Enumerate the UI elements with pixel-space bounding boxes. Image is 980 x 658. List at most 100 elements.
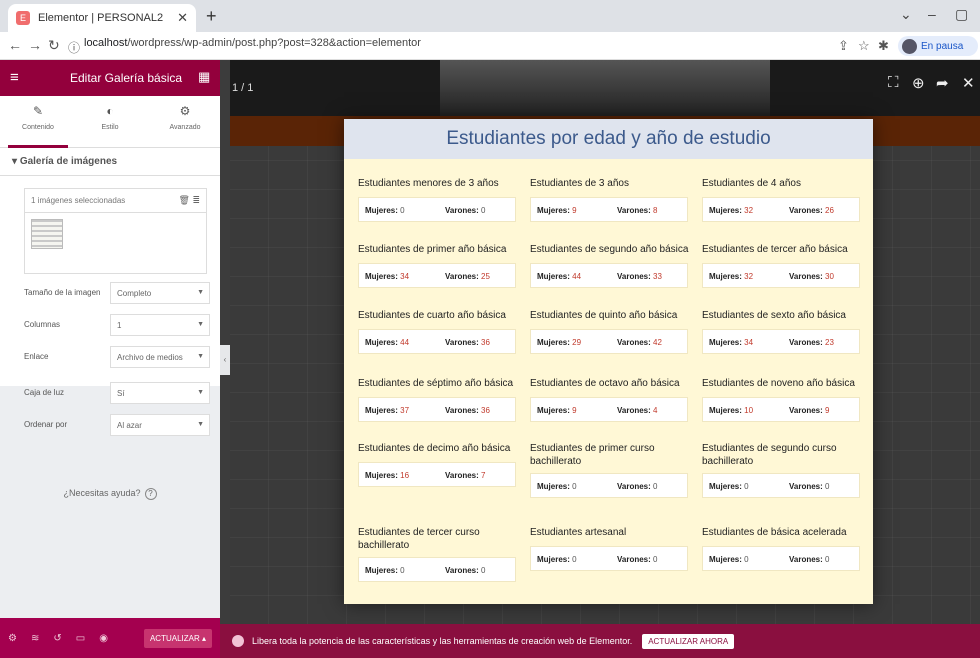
stat-values: Mujeres: 34 Varones: 25 xyxy=(358,263,516,288)
tab-style[interactable]: ◐ Estilo xyxy=(80,104,140,131)
browser-tab[interactable]: E Elementor | PERSONAL2 ✕ xyxy=(8,4,196,32)
stat-card: Estudiantes de 4 años Mujeres: 32 Varones:… xyxy=(702,177,870,222)
lightbox-select[interactable]: Sí ▼ xyxy=(110,382,210,404)
varones-label: Varones: xyxy=(789,272,823,281)
fullscreen-icon[interactable]: ⛶ xyxy=(888,74,899,91)
control-columns: Columnas 1 ▼ xyxy=(24,314,214,336)
stat-card: Estudiantes menores de 3 años Mujeres: 0V… xyxy=(358,177,526,222)
share-arrow-icon[interactable]: ➦ xyxy=(936,74,949,92)
profile-label: En pausa xyxy=(921,40,964,52)
upgrade-button[interactable]: ACTUALIZAR AHORA xyxy=(642,633,735,649)
close-tab-icon[interactable]: ✕ xyxy=(177,10,188,26)
preview-eye-icon[interactable]: ◉ xyxy=(99,633,108,644)
stat-title: Estudiantes de tercer curso bachillerato xyxy=(358,527,480,551)
update-button[interactable]: ACTUALIZAR ▴ xyxy=(143,628,212,648)
hamburger-menu-icon[interactable]: ≡ xyxy=(10,69,19,86)
url-field[interactable]: localhost/wordpress/wp-admin/post.php?po… xyxy=(84,37,421,49)
stat-card: Estudiantes de tercer año básica Mujeres:… xyxy=(702,243,870,288)
caret-down-icon: ▼ xyxy=(197,289,204,296)
mujeres-value: 0 xyxy=(400,206,405,215)
select-value: 1 xyxy=(117,321,122,330)
varones-label: Varones: xyxy=(617,272,651,281)
mujeres-label: Mujeres: xyxy=(537,338,570,347)
control-link: Enlace Archivo de medios ▼ xyxy=(24,346,214,368)
help-link[interactable]: ¿Necesitas ayuda?? xyxy=(0,488,220,500)
link-select[interactable]: Archivo de medios ▼ xyxy=(110,346,210,368)
stat-card: Estudiantes de segundo curso bachillerat… xyxy=(702,442,870,498)
settings-icon[interactable]: ⚙ xyxy=(8,633,17,644)
tab-advanced[interactable]: ⚙ Avanzado xyxy=(155,104,215,131)
stat-title: Estudiantes de segundo curso bachillerat… xyxy=(702,443,837,467)
mujeres-value: 0 xyxy=(572,555,577,564)
tab-content[interactable]: ✎ Contenido xyxy=(8,104,68,148)
notice-text: Libera toda la potencia de las caracterí… xyxy=(252,636,633,646)
browser-tabbar: E Elementor | PERSONAL2 ✕ + ⌄ – ▢ xyxy=(0,0,980,32)
stat-values: Mujeres: 0 Varones: 0 xyxy=(702,473,860,498)
gallery-control[interactable]: 1 imágenes seleccionadas 🗑 ≣ xyxy=(24,188,207,274)
collapse-panel-handle[interactable]: ‹ xyxy=(220,345,230,375)
minimize-icon[interactable]: – xyxy=(928,6,936,22)
mujeres-label: Mujeres: xyxy=(709,406,742,415)
stat-values: Mujeres: 32 Varones: 26 xyxy=(702,197,860,222)
history-icon[interactable]: ↺ xyxy=(53,633,61,644)
address-bar: ← → ↻ ⓘ localhost/wordpress/wp-admin/pos… xyxy=(0,32,980,60)
mujeres-label: Mujeres: xyxy=(537,555,570,564)
varones-value: 9 xyxy=(825,406,830,415)
mujeres-value: 0 xyxy=(400,566,405,575)
varones-value: 0 xyxy=(825,555,830,564)
panel-header: ≡ Editar Galería básica ▦ xyxy=(0,60,220,96)
stat-values: Mujeres: 0 Varones: 0 xyxy=(702,546,860,571)
promo-notice: Libera toda la potencia de las caracterí… xyxy=(220,624,980,658)
mujeres-label: Mujeres: xyxy=(365,406,398,415)
bookmark-star-icon[interactable]: ☆ xyxy=(858,38,870,54)
maximize-icon[interactable]: ▢ xyxy=(955,6,968,23)
control-lightbox: Caja de luz Sí ▼ xyxy=(24,382,214,404)
chevron-down-icon[interactable]: ⌄ xyxy=(900,6,912,23)
mujeres-label: Mujeres: xyxy=(709,206,742,215)
elementor-logo-icon xyxy=(232,635,244,647)
mujeres-value: 44 xyxy=(572,272,582,281)
navigator-icon[interactable]: ≋ xyxy=(31,633,39,644)
trash-icon[interactable]: 🗑 xyxy=(179,195,190,205)
mujeres-value: 34 xyxy=(744,338,754,347)
tab-style-label: Estilo xyxy=(101,124,119,131)
new-tab-icon[interactable]: + xyxy=(206,6,217,27)
mujeres-value: 0 xyxy=(572,482,577,491)
url-host: localhost xyxy=(84,37,128,49)
reload-icon[interactable]: ↻ xyxy=(48,37,60,54)
edit-gallery-icon[interactable]: ≣ xyxy=(192,195,200,205)
order-by-select[interactable]: Al azar ▼ xyxy=(110,414,210,436)
profile-button[interactable]: En pausa xyxy=(898,36,978,56)
card-title: Estudiantes por edad y año de estudio xyxy=(344,119,873,159)
varones-label: Varones: xyxy=(445,206,479,215)
select-value: Completo xyxy=(117,289,152,298)
gallery-thumbnail[interactable] xyxy=(31,219,63,249)
varones-value: 36 xyxy=(481,338,490,347)
mujeres-value: 0 xyxy=(744,555,749,564)
mujeres-value: 9 xyxy=(572,206,577,215)
stat-title: Estudiantes de tercer año básica xyxy=(702,244,848,255)
stat-card: Estudiantes de quinto año básica Mujeres:… xyxy=(530,309,698,354)
section-toggle[interactable]: ▾ Galería de imágenes xyxy=(0,148,220,176)
control-image-size: Tamaño de la imagen Completo ▼ xyxy=(24,282,214,304)
mujeres-label: Mujeres: xyxy=(537,406,570,415)
widgets-grid-icon[interactable]: ▦ xyxy=(198,69,210,85)
share-icon[interactable]: ⇪ xyxy=(838,38,849,54)
extensions-icon[interactable]: ✱ xyxy=(878,38,889,54)
forward-icon[interactable]: → xyxy=(28,37,42,53)
responsive-icon[interactable]: ▭ xyxy=(76,633,85,644)
control-label: Ordenar por xyxy=(24,420,68,429)
mujeres-label: Mujeres: xyxy=(709,482,742,491)
image-size-select[interactable]: Completo ▼ xyxy=(110,282,210,304)
mujeres-value: 37 xyxy=(400,406,410,415)
close-lightbox-icon[interactable]: ✕ xyxy=(962,74,975,92)
mujeres-value: 32 xyxy=(744,206,754,215)
control-order-by: Ordenar por Al azar ▼ xyxy=(24,414,214,436)
zoom-icon[interactable]: ⊕ xyxy=(912,74,925,92)
back-icon[interactable]: ← xyxy=(8,37,22,53)
varones-value: 36 xyxy=(481,406,490,415)
background-content xyxy=(410,604,810,624)
columns-select[interactable]: 1 ▼ xyxy=(110,314,210,336)
stat-card: Estudiantes de segundo año básica Mujeres… xyxy=(530,243,698,288)
site-info-icon[interactable]: ⓘ xyxy=(68,39,80,56)
